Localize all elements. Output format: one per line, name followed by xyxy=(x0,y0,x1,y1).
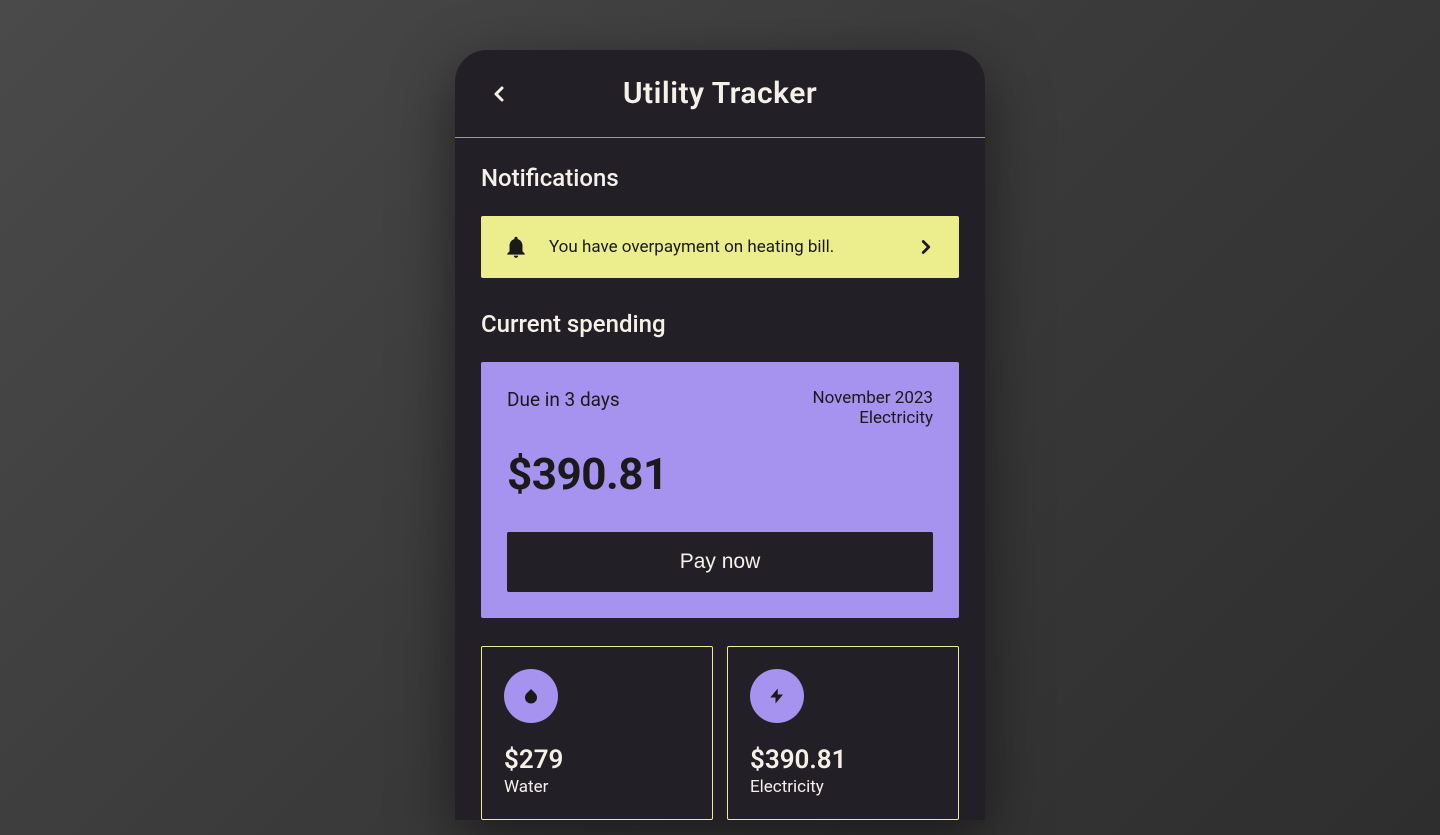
utility-amount: $279 xyxy=(504,745,690,775)
spending-month: November 2023 xyxy=(812,388,933,408)
utility-card-electricity[interactable]: $390.81 Electricity xyxy=(727,646,959,820)
app-header: Utility Tracker xyxy=(455,50,985,138)
current-spending-heading: Current spending xyxy=(481,310,959,338)
chevron-right-icon xyxy=(915,236,937,258)
utility-icon-wrap xyxy=(750,669,804,723)
spending-meta: November 2023 Electricity xyxy=(812,388,933,428)
back-button[interactable] xyxy=(481,76,517,112)
app-title: Utility Tracker xyxy=(517,76,923,111)
utility-label: Electricity xyxy=(750,777,936,797)
utility-grid: $279 Water $390.81 Electricity xyxy=(481,646,959,820)
bolt-icon xyxy=(768,687,786,705)
utility-amount: $390.81 xyxy=(750,745,936,775)
water-drop-icon xyxy=(522,687,540,705)
utility-icon-wrap xyxy=(504,669,558,723)
utility-card-water[interactable]: $279 Water xyxy=(481,646,713,820)
notification-banner[interactable]: You have overpayment on heating bill. xyxy=(481,216,959,278)
utility-label: Water xyxy=(504,777,690,797)
phone-frame: Utility Tracker Notifications You have o… xyxy=(455,50,985,820)
notification-text: You have overpayment on heating bill. xyxy=(549,237,895,257)
pay-now-button[interactable]: Pay now xyxy=(507,532,933,592)
spending-amount: $390.81 xyxy=(507,448,933,500)
chevron-left-icon xyxy=(487,82,511,106)
spending-category: Electricity xyxy=(812,408,933,428)
notifications-heading: Notifications xyxy=(481,164,959,192)
bell-icon xyxy=(503,234,529,260)
spending-card-top: Due in 3 days November 2023 Electricity xyxy=(507,388,933,428)
spending-card: Due in 3 days November 2023 Electricity … xyxy=(481,362,959,618)
due-label: Due in 3 days xyxy=(507,388,620,411)
app-content: Notifications You have overpayment on he… xyxy=(455,138,985,820)
